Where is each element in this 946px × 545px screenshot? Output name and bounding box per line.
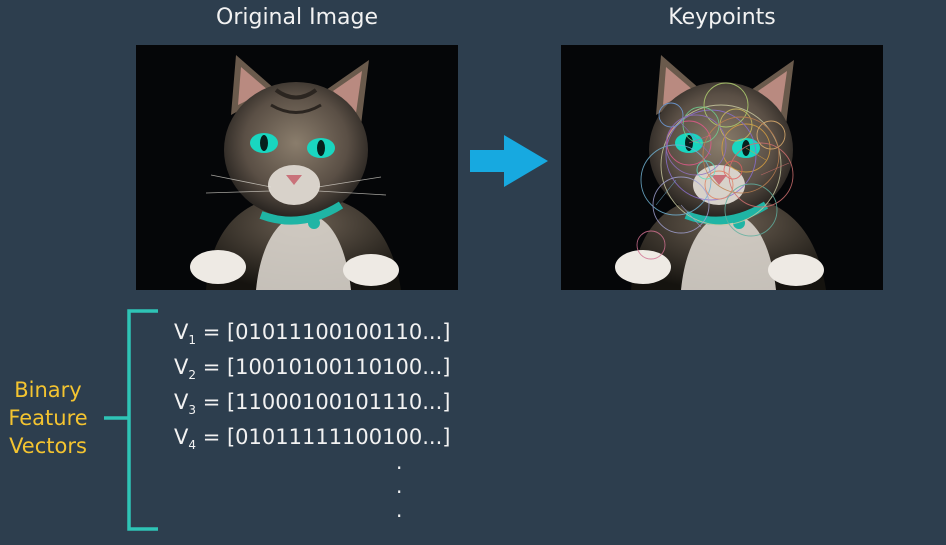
left-bracket-icon (104, 309, 158, 531)
ellipsis-dot: . (396, 498, 403, 522)
ellipsis-dot: . (396, 474, 403, 498)
original-image (136, 45, 458, 290)
cat-keypoints-illustration (561, 45, 883, 290)
vector-row: V1 = [01011100100110...] (174, 320, 451, 348)
vector-row: V2 = [10010100110100...] (174, 355, 451, 383)
right-arrow-icon (470, 135, 548, 187)
label-line-3: Vectors (9, 434, 87, 458)
label-line-2: Feature (8, 406, 88, 430)
binary-feature-vectors-label: Binary Feature Vectors (0, 376, 96, 460)
label-line-1: Binary (14, 378, 82, 402)
vector-row: V3 = [11000100101110...] (174, 390, 451, 418)
original-image-title: Original Image (216, 5, 378, 30)
cat-illustration (136, 45, 458, 290)
keypoints-title: Keypoints (668, 5, 776, 30)
vector-row: V4 = [01011111100100...] (174, 425, 451, 453)
keypoints-image (561, 45, 883, 290)
ellipsis-dot: . (396, 450, 403, 474)
